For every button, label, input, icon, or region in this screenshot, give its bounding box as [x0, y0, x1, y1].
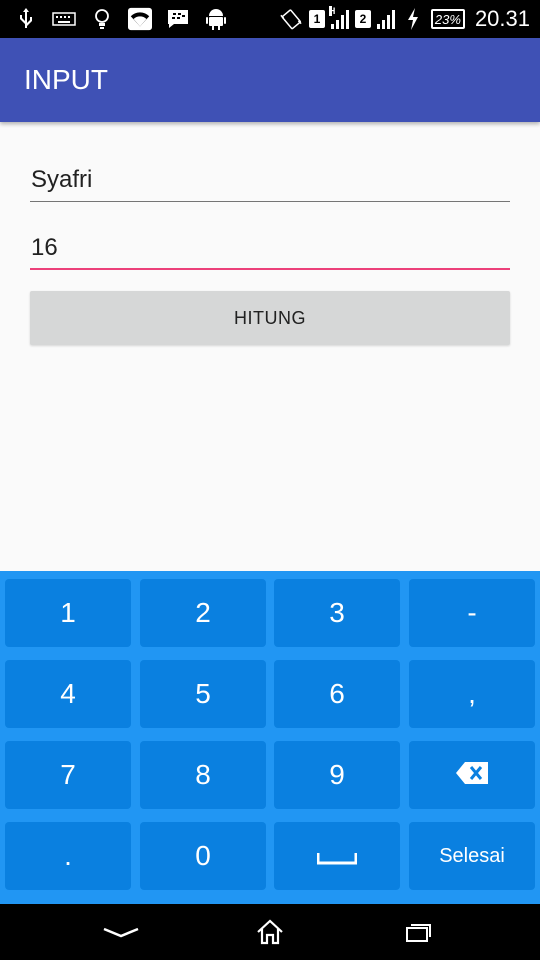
key-3[interactable]: 3 [274, 579, 400, 647]
page-title: INPUT [24, 64, 108, 95]
signal-strength-2 [376, 9, 395, 29]
key-dash[interactable]: - [409, 579, 535, 647]
numeric-keyboard: 1 2 3 - 4 5 6 , 7 8 9 . 0 Selesai [0, 571, 540, 904]
navigation-bar [0, 904, 540, 960]
keyboard-icon [52, 7, 76, 31]
wifi-icon [128, 7, 152, 31]
key-4[interactable]: 4 [5, 660, 131, 728]
key-1[interactable]: 1 [5, 579, 131, 647]
vibrate-icon [279, 7, 303, 31]
number-input-value: 16 [31, 234, 58, 261]
key-6[interactable]: 6 [274, 660, 400, 728]
key-comma[interactable]: , [409, 660, 535, 728]
battery-indicator: 23% [430, 9, 465, 29]
bbm-icon [166, 7, 190, 31]
sim1-badge: 1 [308, 10, 325, 28]
recents-icon[interactable] [399, 916, 439, 948]
number-input[interactable]: 16 [30, 234, 510, 272]
backspace-icon [456, 759, 488, 791]
status-bar: 1 H 2 23% 20.31 [0, 0, 540, 38]
number-input-underline-focused [30, 268, 510, 270]
key-2[interactable]: 2 [140, 579, 266, 647]
key-done[interactable]: Selesai [409, 822, 535, 890]
home-icon[interactable] [250, 916, 290, 948]
key-7[interactable]: 7 [5, 741, 131, 809]
bulb-icon [90, 7, 114, 31]
back-icon[interactable] [101, 916, 141, 948]
key-space[interactable] [274, 822, 400, 890]
hitung-button[interactable]: HITUNG [30, 291, 510, 345]
sim2-badge: 2 [354, 10, 371, 28]
key-8[interactable]: 8 [140, 741, 266, 809]
key-0[interactable]: 0 [140, 822, 266, 890]
key-backspace[interactable] [409, 741, 535, 809]
name-input-underline [30, 201, 510, 202]
system-status: 1 H 2 23% 20.31 [279, 4, 530, 34]
signal-strength-1: H [328, 6, 349, 29]
notification-icons [14, 6, 228, 32]
name-input[interactable]: Syafri [30, 166, 510, 204]
key-dot[interactable]: . [5, 822, 131, 890]
name-input-value: Syafri [31, 166, 93, 193]
usb-icon [14, 7, 38, 31]
key-5[interactable]: 5 [140, 660, 266, 728]
app-bar: INPUT [0, 38, 540, 122]
clock: 20.31 [474, 6, 530, 31]
key-9[interactable]: 9 [274, 741, 400, 809]
android-icon [204, 7, 228, 31]
network-type: H [328, 6, 336, 16]
space-icon [316, 840, 358, 872]
charging-icon [401, 7, 425, 31]
